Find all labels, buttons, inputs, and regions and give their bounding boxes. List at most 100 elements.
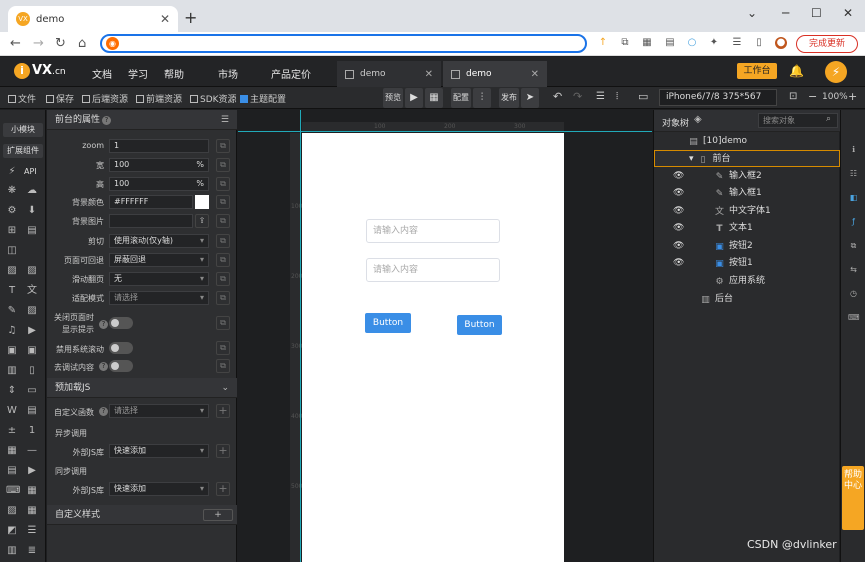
puzzle-icon[interactable]: ✦: [708, 37, 720, 49]
user-avatar[interactable]: ⚡: [825, 61, 847, 83]
url-input[interactable]: ◉: [100, 34, 587, 53]
edit-icon[interactable]: ✎: [6, 305, 18, 317]
action-icon[interactable]: ◧: [848, 192, 859, 203]
copy-icon[interactable]: ⧉: [216, 195, 230, 209]
text-input-1[interactable]: 请输入内容: [366, 219, 500, 243]
audio-icon[interactable]: ▥: [6, 365, 18, 377]
ext-js-select-1[interactable]: 快速添加: [109, 444, 209, 458]
eye-icon[interactable]: 👁: [673, 168, 684, 185]
close-tab-icon[interactable]: ✕: [425, 69, 433, 80]
upload-icon[interactable]: ⇪: [195, 214, 209, 228]
fit-select[interactable]: 请选择: [109, 291, 209, 305]
bgimage-input[interactable]: [109, 214, 193, 228]
close-tip-toggle[interactable]: [109, 317, 133, 329]
layout-icon[interactable]: ◫: [6, 245, 18, 257]
undo-icon[interactable]: ↶: [553, 90, 562, 103]
help-icon[interactable]: ?: [99, 407, 108, 416]
settings-sliders-icon[interactable]: ⫶: [473, 88, 491, 108]
menu-help[interactable]: 帮助: [164, 66, 184, 81]
custom-func-select[interactable]: 请选择: [109, 404, 209, 418]
ivx-logo[interactable]: i VX.cn: [14, 63, 66, 79]
frontend-resources-button[interactable]: 前端资源: [136, 92, 182, 105]
editor-tab-demo-1[interactable]: demo ✕: [337, 61, 441, 87]
component-icon[interactable]: ❋: [6, 185, 18, 197]
image-icon[interactable]: ▨: [26, 265, 38, 277]
gear-icon[interactable]: ⚙: [6, 205, 18, 217]
text-icon[interactable]: T: [6, 285, 18, 297]
api-icon[interactable]: ⚡: [6, 166, 18, 178]
forward-button[interactable]: →: [33, 36, 44, 51]
fit-screen-icon[interactable]: ⊡: [789, 91, 797, 102]
cloud-icon[interactable]: ☁: [26, 185, 38, 197]
video-icon[interactable]: ▶: [26, 325, 38, 337]
disable-scroll-toggle[interactable]: [109, 342, 133, 354]
workbench-button[interactable]: 工作台: [737, 63, 777, 79]
document-icon[interactable]: ▤: [26, 405, 38, 417]
scroll-icon[interactable]: ⇕: [6, 385, 18, 397]
device-select[interactable]: iPhone6/7/8 375*567: [659, 89, 777, 106]
swipe-select[interactable]: 无: [109, 272, 209, 286]
copy-icon[interactable]: ⧉: [216, 139, 230, 153]
help-icon[interactable]: ?: [99, 362, 108, 371]
copy-icon[interactable]: ⧉: [216, 253, 230, 267]
media-icon[interactable]: ▶: [26, 465, 38, 477]
qrcode-icon[interactable]: ▦: [6, 445, 18, 457]
close-tab-icon[interactable]: ✕: [160, 12, 170, 26]
menu-icon[interactable]: ☰: [221, 110, 229, 130]
chevron-down-icon[interactable]: ⌄: [747, 6, 757, 20]
tree-node-back[interactable]: ▥ 后台: [654, 291, 840, 308]
reload-button[interactable]: ↻: [55, 36, 66, 51]
button-2[interactable]: Button: [457, 315, 502, 335]
text-input-2[interactable]: 请输入内容: [366, 258, 500, 282]
sdk-resources-button[interactable]: SDK资源: [190, 92, 237, 105]
menu-learn[interactable]: 学习: [128, 66, 148, 81]
browser-tab[interactable]: VX demo ✕: [8, 6, 178, 32]
qr-code-icon[interactable]: ▦: [641, 37, 653, 49]
tree-node-root[interactable]: ▤ [10]demo: [654, 133, 840, 150]
translate-icon[interactable]: 文: [26, 285, 38, 297]
image-icon[interactable]: ▨: [6, 265, 18, 277]
bookmark-extension-icon[interactable]: ↑: [597, 37, 609, 49]
new-tab-button[interactable]: +: [184, 8, 197, 27]
redo-icon[interactable]: ↷: [573, 90, 582, 103]
update-button[interactable]: 完成更新: [796, 35, 858, 53]
theme-config-button[interactable]: 主题配置: [240, 92, 286, 105]
remove-debug-toggle[interactable]: [109, 360, 133, 372]
copy-icon[interactable]: ⧉: [216, 234, 230, 248]
zoom-out-button[interactable]: −: [808, 90, 817, 103]
add-page-icon[interactable]: ⊞: [6, 225, 18, 237]
eye-icon[interactable]: 👁: [673, 203, 684, 220]
menu-icon[interactable]: ☰: [26, 525, 38, 537]
slider-icon[interactable]: ▭: [26, 385, 38, 397]
add-button[interactable]: +: [216, 444, 230, 458]
eye-icon[interactable]: 👁: [673, 255, 684, 272]
copy-icon[interactable]: ⧉: [848, 240, 859, 251]
menu-docs[interactable]: 文档: [92, 66, 112, 81]
history-icon[interactable]: ◷: [848, 288, 859, 299]
keyboard-icon[interactable]: ⌨: [848, 312, 860, 323]
eye-icon[interactable]: 👁: [673, 185, 684, 202]
eye-icon[interactable]: 👁: [673, 238, 684, 255]
help-icon[interactable]: ?: [99, 320, 108, 329]
copy-icon[interactable]: ⧉: [216, 316, 230, 330]
preview-button[interactable]: 预览: [383, 88, 403, 108]
align-icon[interactable]: ☰: [596, 91, 605, 102]
qr-preview-icon[interactable]: ▦: [425, 88, 443, 108]
copy-icon[interactable]: ⧉: [216, 341, 230, 355]
chart-icon[interactable]: ◩: [6, 525, 18, 537]
small-module-button[interactable]: 小模块: [3, 123, 43, 137]
gallery-icon[interactable]: ▨: [6, 505, 18, 517]
form-icon[interactable]: ▤: [26, 225, 38, 237]
function-icon[interactable]: ƒ: [848, 216, 859, 227]
download-icon[interactable]: ⬇: [26, 205, 38, 217]
back-select[interactable]: 屏蔽回退: [109, 253, 209, 267]
help-center-button[interactable]: 帮助中心: [842, 466, 864, 530]
menu-pricing[interactable]: 产品定价: [271, 66, 311, 81]
copy-icon[interactable]: ⧉: [216, 291, 230, 305]
add-style-button[interactable]: +: [203, 509, 233, 521]
divider-icon[interactable]: —: [26, 445, 38, 457]
add-button[interactable]: +: [216, 482, 230, 496]
copy-icon[interactable]: ⧉: [216, 177, 230, 191]
grid-icon[interactable]: ▦: [26, 505, 38, 517]
home-button[interactable]: ⌂: [78, 36, 86, 51]
